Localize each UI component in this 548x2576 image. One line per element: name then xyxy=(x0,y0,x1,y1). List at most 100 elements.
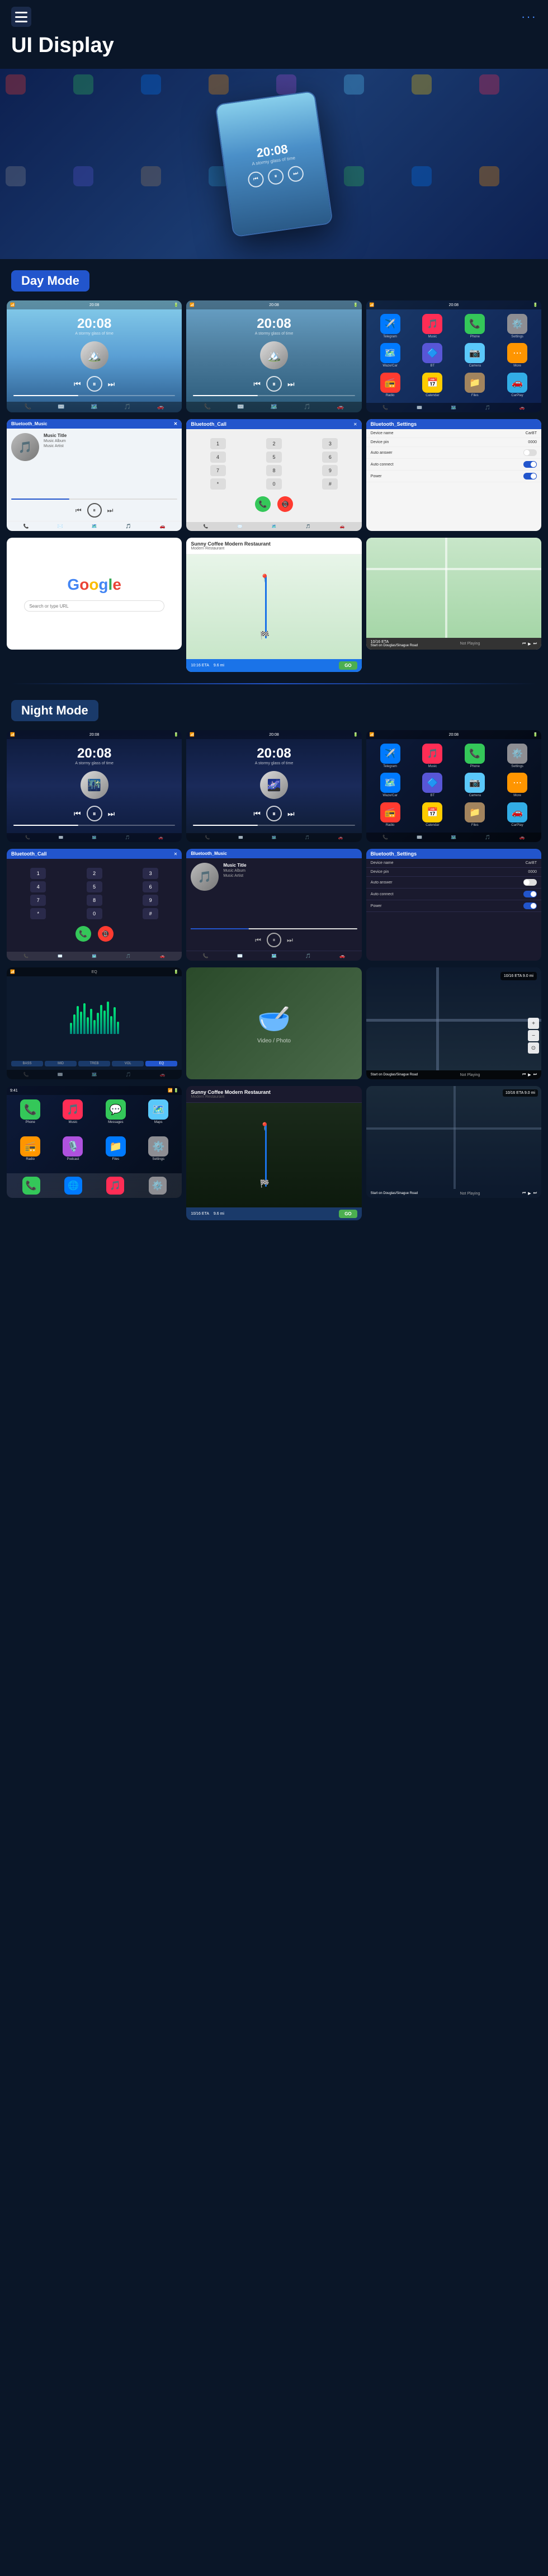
dial-0[interactable]: 0 xyxy=(266,478,282,490)
map-zoom-in[interactable]: + xyxy=(528,1018,539,1029)
nag-app-phone[interactable]: 📞 Phone xyxy=(455,744,494,769)
nag-auto-icon[interactable]: 🚗 xyxy=(519,835,525,840)
nav-icon[interactable]: 🗺️ xyxy=(91,404,97,410)
nnp-next[interactable]: ⏭ xyxy=(533,1191,537,1196)
nbtcall-email[interactable]: ✉️ xyxy=(58,954,63,958)
ag-app-radio[interactable]: 📻 Radio xyxy=(371,373,410,398)
nag-email-icon[interactable]: ✉️ xyxy=(417,835,422,840)
ag-app-cam[interactable]: 📷 Camera xyxy=(455,343,494,369)
dial-star[interactable]: * xyxy=(210,478,226,490)
ndial-star[interactable]: * xyxy=(30,908,46,919)
ag-app-bt[interactable]: 🔷 BT xyxy=(413,343,452,369)
nmp2-email[interactable]: ✉️ xyxy=(238,835,243,840)
ndial-hash[interactable]: # xyxy=(143,908,158,919)
night-bt-next[interactable]: ⏭ xyxy=(287,936,293,944)
music-icon-2[interactable]: 🎵 xyxy=(304,404,310,410)
btcall-nav-icon[interactable]: 🗺️ xyxy=(272,524,277,529)
night-bt-play[interactable]: ⏸ xyxy=(267,933,281,947)
auto-icon-2[interactable]: 🚗 xyxy=(337,404,344,410)
nm-prev[interactable]: ⏮ xyxy=(522,1073,526,1077)
mp-prev-2[interactable]: ⏮ xyxy=(253,379,261,389)
dock-phone-icon[interactable]: 📞 xyxy=(22,1177,40,1195)
mp-next-2[interactable]: ⏭ xyxy=(287,379,295,389)
nmp2-music[interactable]: 🎵 xyxy=(305,835,310,840)
nmp2-dial[interactable]: 📞 xyxy=(205,835,210,840)
dial-icon[interactable]: 📞 xyxy=(25,404,31,410)
nag-app-music[interactable]: 🎵 Music xyxy=(413,744,452,769)
mp-prev-1[interactable]: ⏮ xyxy=(74,379,81,389)
ag-app-car[interactable]: 🚗 CarPlay xyxy=(498,373,537,398)
google-search-input[interactable] xyxy=(24,600,164,612)
ndial-7[interactable]: 7 xyxy=(30,895,46,906)
ag-app-music[interactable]: 🎵 Music xyxy=(413,314,452,340)
bt-nav-icon[interactable]: 🗺️ xyxy=(92,524,97,529)
ndial-0[interactable]: 0 xyxy=(87,908,102,919)
bt-prev-btn[interactable]: ⏮ xyxy=(75,506,82,515)
np-prev[interactable]: ⏮ xyxy=(522,642,526,646)
dial-3[interactable]: 3 xyxy=(322,438,338,449)
eq-btn-1[interactable]: BASS xyxy=(11,1061,43,1066)
nmp-email[interactable]: ✉️ xyxy=(59,835,64,840)
power-toggle[interactable] xyxy=(523,473,537,480)
nbtcall-nav[interactable]: 🗺️ xyxy=(92,954,97,958)
wf-auto[interactable]: 🚗 xyxy=(160,1072,166,1077)
call-accept-btn[interactable]: 📞 xyxy=(255,496,271,512)
nag-app-radio[interactable]: 📻 Radio xyxy=(371,802,410,828)
mp-play-2[interactable]: ⏸ xyxy=(266,376,282,392)
ag-nav-icon[interactable]: 🗺️ xyxy=(451,405,456,410)
dial-6[interactable]: 6 xyxy=(322,452,338,463)
night-call-accept[interactable]: 📞 xyxy=(75,926,91,942)
menu-button[interactable] xyxy=(11,7,31,27)
ag-app-telegram[interactable]: ✈️ Telegram xyxy=(371,314,410,340)
nag-app-car[interactable]: 🚗 CarPlay xyxy=(498,802,537,828)
nag-dial-icon[interactable]: 📞 xyxy=(382,835,388,840)
email-icon-2[interactable]: ✉️ xyxy=(237,404,244,410)
wf-music[interactable]: 🎵 xyxy=(126,1072,131,1077)
nmp-music[interactable]: 🎵 xyxy=(125,835,130,840)
nag-app-waze[interactable]: 🗺️ Waze/Car xyxy=(371,773,410,798)
dial-5[interactable]: 5 xyxy=(266,452,282,463)
dial-4[interactable]: 4 xyxy=(210,452,226,463)
ndial-2[interactable]: 2 xyxy=(87,868,102,879)
btcall-email-icon[interactable]: ✉️ xyxy=(238,524,243,529)
eq-btn-3[interactable]: TREB xyxy=(78,1061,110,1066)
np-next[interactable]: ⏭ xyxy=(533,642,537,646)
night-mp-play-1[interactable]: ⏸ xyxy=(87,806,102,821)
ag-app-settings[interactable]: ⚙️ Settings xyxy=(498,314,537,340)
ios-app-music[interactable]: 🎵 Music xyxy=(54,1099,92,1132)
night-mp-play-2[interactable]: ⏸ xyxy=(266,806,282,821)
bt-email-icon[interactable]: ✉️ xyxy=(58,524,63,529)
ios-app-files[interactable]: 📁 Files xyxy=(97,1136,135,1169)
email-icon[interactable]: ✉️ xyxy=(58,404,64,410)
night-call-end[interactable]: 📵 xyxy=(98,926,114,942)
nav-go-button[interactable]: GO xyxy=(339,661,357,670)
ios-app-maps[interactable]: 🗺️ Maps xyxy=(139,1099,177,1132)
dock-music-icon[interactable]: 🎵 xyxy=(106,1177,124,1195)
nag-app-bt[interactable]: 🔷 BT xyxy=(413,773,452,798)
ag-app-cal[interactable]: 📅 Calendar xyxy=(413,373,452,398)
nmp2-auto[interactable]: 🚗 xyxy=(338,835,343,840)
nm-next[interactable]: ⏭ xyxy=(533,1073,537,1077)
hero-play-button[interactable]: ⏸ xyxy=(267,167,285,185)
nav-icon-2[interactable]: 🗺️ xyxy=(271,404,277,410)
eq-btn-5[interactable]: EQ xyxy=(145,1061,177,1066)
hero-prev-button[interactable]: ⏮ xyxy=(247,170,265,188)
bt-music-icon[interactable]: 🎵 xyxy=(126,524,131,529)
dock-settings-icon[interactable]: ⚙️ xyxy=(149,1177,167,1195)
nag-app-settings[interactable]: ⚙️ Settings xyxy=(498,744,537,769)
night-mp-next-2[interactable]: ⏭ xyxy=(287,809,295,819)
dial-9[interactable]: 9 xyxy=(322,465,338,476)
ag-app-more[interactable]: ⋯ More xyxy=(498,343,537,369)
wf-nav[interactable]: 🗺️ xyxy=(92,1072,97,1077)
nbtm-dial[interactable]: 📞 xyxy=(203,953,209,958)
nnp-play[interactable]: ▶ xyxy=(528,1191,531,1196)
nbtm-music[interactable]: 🎵 xyxy=(305,953,311,958)
bt-next-btn[interactable]: ⏭ xyxy=(107,506,114,515)
map-locate[interactable]: ⊙ xyxy=(528,1042,539,1054)
nmp-dial[interactable]: 📞 xyxy=(25,835,30,840)
dial-2[interactable]: 2 xyxy=(266,438,282,449)
bt-play-btn[interactable]: ⏸ xyxy=(87,503,102,518)
night-mp-next-1[interactable]: ⏭ xyxy=(108,809,115,819)
night-power-toggle[interactable] xyxy=(523,902,537,909)
wf-dial[interactable]: 📞 xyxy=(23,1072,29,1077)
